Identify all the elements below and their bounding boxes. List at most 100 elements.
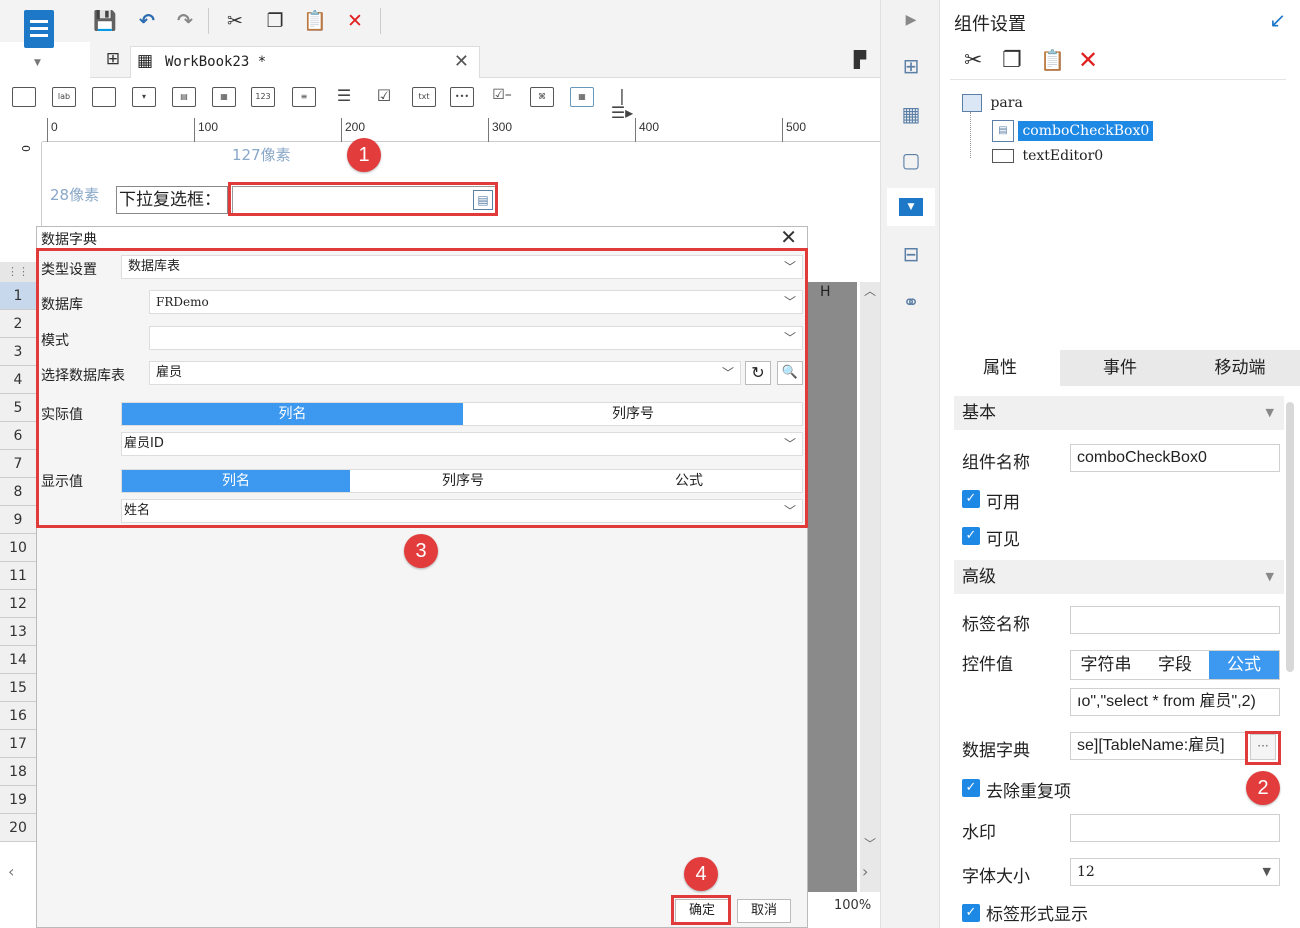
row-header[interactable]: 3 [0,338,36,366]
undo-icon[interactable]: ↶ [134,8,160,34]
dropdown-widget-icon[interactable]: ▾ [132,87,156,107]
close-tab-icon[interactable]: ✕ [454,51,469,72]
seg-formula[interactable]: 公式 [1209,651,1279,679]
formula-input[interactable]: ıo","select * from 雇员",2) [1070,688,1280,716]
checkbox-widget-icon[interactable]: ☑– [490,87,514,107]
tree-node-texteditor[interactable]: textEditor0 [992,148,1103,164]
highlight-box-1 [228,182,498,216]
lab-widget-icon[interactable]: lab [52,87,76,107]
sheet-corner-icon[interactable]: ⋮⋮ [0,262,36,282]
row-header[interactable]: 13 [0,618,36,646]
horizontal-ruler: 0 100 200 300 400 500 [42,118,880,142]
widget-toolbar: lab ▾ ▤ ▦ 123 ≡ ☰ ☑ txt ••• ☑– ⌘ ▦ |☰▸ [0,80,880,121]
paste-icon[interactable]: 📋 [302,8,328,34]
dedupe-checkbox[interactable]: ✓ [962,779,980,797]
section-basic[interactable]: 基本 ▼ [954,396,1284,430]
name-input[interactable]: comboCheckBox0 [1070,444,1280,472]
cut-icon[interactable]: ✂ [964,48,982,73]
section-advanced[interactable]: 高级 ▼ [954,560,1284,594]
number-widget-icon[interactable]: 123 [251,87,275,107]
row-header[interactable]: 7 [0,450,36,478]
tree-widget-icon[interactable]: ⌘ [530,87,554,107]
scroll-right-icon[interactable]: › [862,862,868,881]
data-dict-input[interactable]: se][TableName:雇员] [1070,732,1246,760]
tag-label: 标签名称 [962,615,1030,635]
radio-group-icon[interactable]: ☰ [332,87,356,107]
date-widget-icon[interactable]: ▤ [172,87,196,107]
row-header[interactable]: 2 [0,310,36,338]
checkbox-group-icon[interactable]: ☑ [372,87,396,107]
row-header[interactable]: 8 [0,478,36,506]
tab-mobile[interactable]: 移动端 [1180,350,1300,386]
copy-icon[interactable]: ❐ [262,8,288,34]
container-icon [962,94,982,112]
row-header[interactable]: 17 [0,730,36,758]
row-header[interactable]: 1 [0,282,36,310]
tab-menu-icon[interactable]: ▛ [854,50,866,69]
grey-area [805,282,857,892]
save-icon[interactable]: 💾 [92,8,118,34]
formula-text: ıo","select * from 雇员",2) [1077,693,1256,710]
paste-icon[interactable]: 📋 [1040,48,1065,72]
row-header[interactable]: 10 [0,534,36,562]
label-style-checkbox[interactable]: ✓ [962,904,980,922]
enabled-checkbox[interactable]: ✓ [962,490,980,508]
tab-workbook[interactable]: ▦ WorkBook23 * ✕ [130,46,480,78]
delete-icon[interactable]: ✕ [1078,46,1098,74]
row-header[interactable]: 19 [0,786,36,814]
tab-properties[interactable]: 属性 [940,350,1060,386]
combo-label[interactable]: 下拉复选框： [116,186,228,214]
collapse-arrow-icon[interactable]: ▶ [897,6,925,34]
tree-label: para [990,95,1023,111]
calendar-widget-icon[interactable]: ▦ [212,87,236,107]
text-field-icon[interactable]: txt [412,87,436,107]
link-icon[interactable]: ⚭ [897,288,925,316]
more-widgets-icon[interactable]: |☰▸ [610,87,634,121]
row-header[interactable]: 11 [0,562,36,590]
tree-line [970,112,971,158]
tag-input[interactable] [1070,606,1280,634]
app-logo-icon[interactable]: ▼ [14,6,66,68]
row-header[interactable]: 4 [0,366,36,394]
cell-icon[interactable]: ▦ [897,100,925,128]
row-header[interactable]: 20 [0,814,36,842]
layout-icon[interactable]: ⊞ [897,52,925,80]
label-widget-icon[interactable] [12,87,36,107]
table-widget-icon[interactable]: ▦ [570,87,594,107]
seg-field[interactable]: 字段 [1141,651,1209,679]
row-header[interactable]: 5 [0,394,36,422]
row-header[interactable]: 12 [0,590,36,618]
watermark-input[interactable] [1070,814,1280,842]
row-header[interactable]: 14 [0,646,36,674]
copy-icon[interactable]: ❐ [1002,48,1022,73]
vertical-scrollbar[interactable]: ︿ ﹀ [860,282,880,892]
tree-node-para[interactable]: para [962,94,1023,112]
frame-icon[interactable]: ▢ [897,146,925,174]
textarea-widget-icon[interactable] [92,87,116,107]
ruler-tick: 0 [19,145,32,152]
visible-checkbox[interactable]: ✓ [962,527,980,545]
cut-icon[interactable]: ✂ [222,8,248,34]
tab-events[interactable]: 事件 [1060,350,1180,386]
widget-settings-tab[interactable]: ▼ [887,188,935,226]
grid-icon[interactable]: ⊞ [100,46,126,72]
font-size-select[interactable]: 12 ▼ [1070,858,1280,886]
redo-icon[interactable]: ↷ [172,8,198,34]
cancel-button[interactable]: 取消 [737,899,791,923]
password-widget-icon[interactable]: ••• [450,87,474,107]
row-header[interactable]: 15 [0,674,36,702]
tree-node-combocheckbox[interactable]: ▤ comboCheckBox0 [992,120,1154,142]
seg-string[interactable]: 字符串 [1071,651,1141,679]
list-widget-icon[interactable]: ≡ [292,87,316,107]
scroll-left-icon[interactable]: ‹ [0,862,36,888]
widget-settings-icon: ▼ [899,198,923,216]
condition-icon[interactable]: ⊟ [897,240,925,268]
delete-icon[interactable]: ✕ [342,8,368,34]
row-header[interactable]: 9 [0,506,36,534]
row-header[interactable]: 16 [0,702,36,730]
row-header[interactable]: 6 [0,422,36,450]
row-header[interactable]: 18 [0,758,36,786]
collapse-panel-icon[interactable]: ↙ [1269,8,1286,32]
close-icon[interactable]: ✕ [780,225,797,249]
panel-scrollbar[interactable] [1286,402,1294,672]
